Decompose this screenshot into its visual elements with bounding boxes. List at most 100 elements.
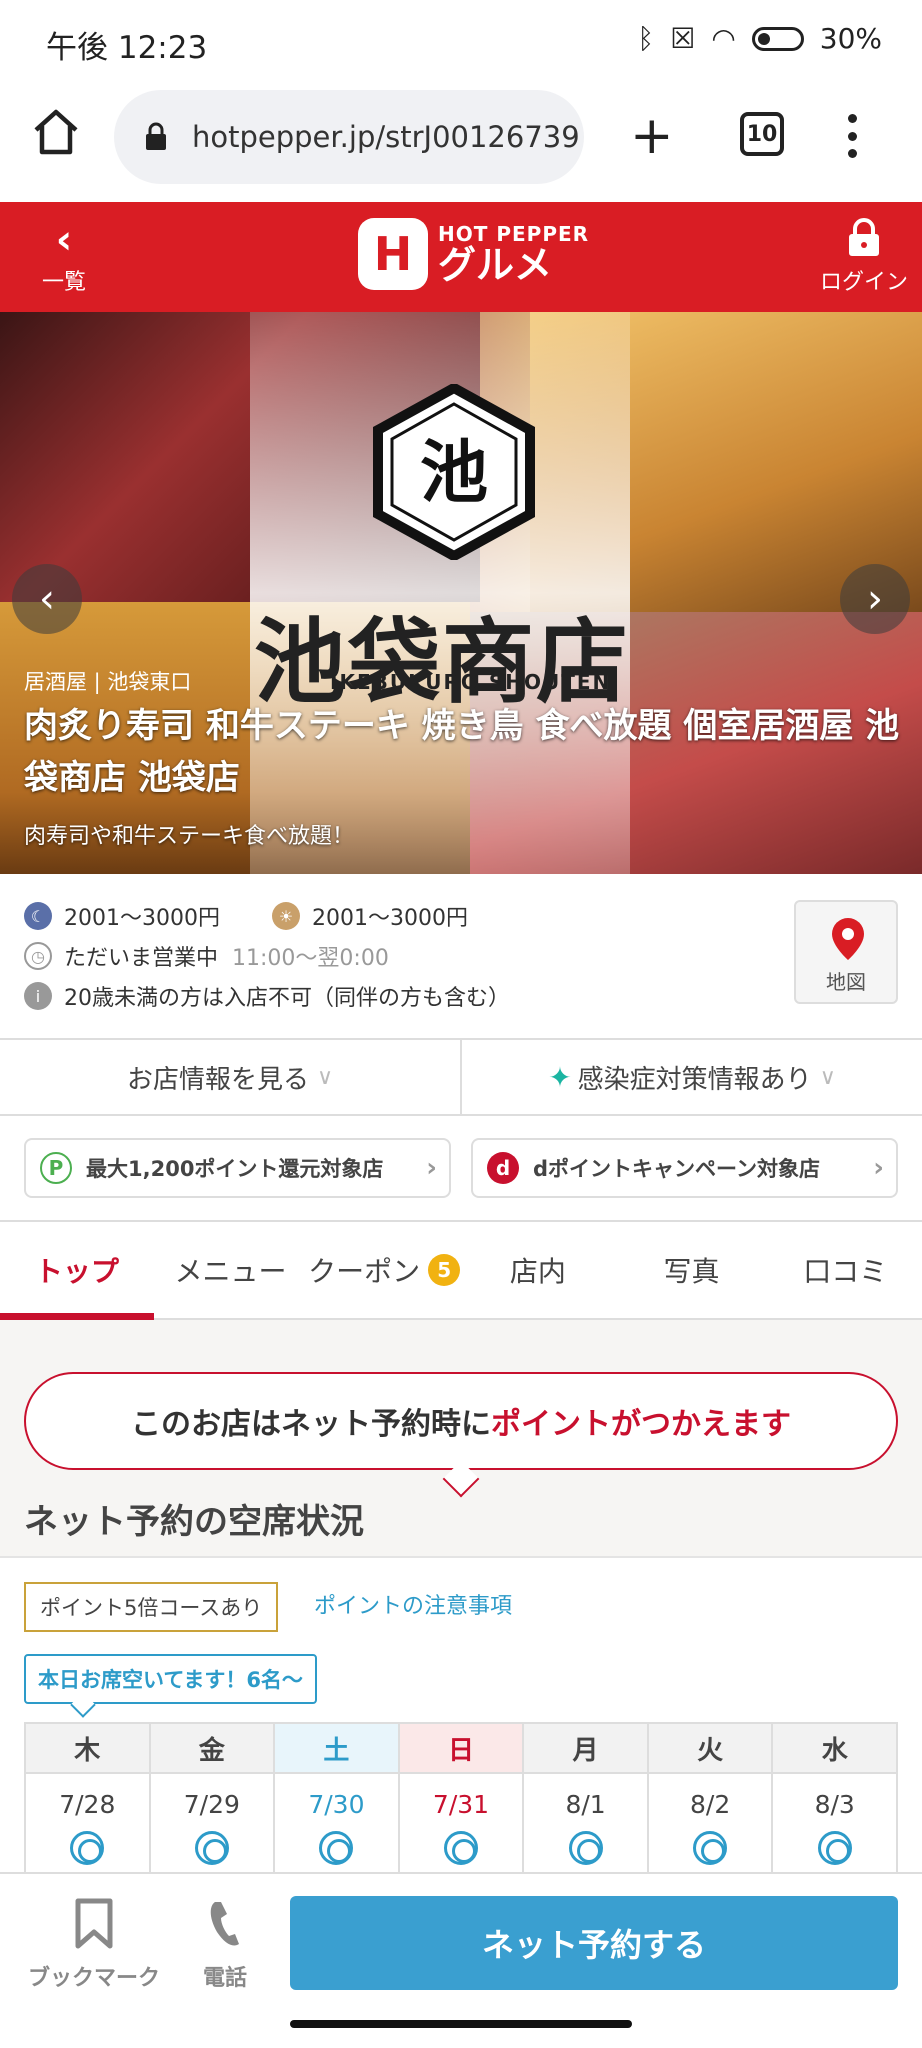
- calendar-day[interactable]: 7/31: [400, 1774, 525, 1878]
- lock-icon: [146, 122, 166, 150]
- hours-row: ◷ ただいま営業中 11:00～翌0:00: [24, 940, 389, 972]
- point-usable-banner: このお店はネット予約時に ポイントがつかえます: [24, 1372, 898, 1470]
- tab-switcher-button[interactable]: 10: [740, 112, 784, 156]
- tab-coupon[interactable]: クーポン 5: [307, 1222, 461, 1318]
- status-bar: 午後 12:23 ᛒ ☒ ◠ 30%: [0, 0, 922, 84]
- map-label: 地図: [826, 970, 866, 994]
- available-double-circle-icon: [443, 1831, 478, 1865]
- point-course-badge: ポイント5倍コースあり: [24, 1582, 279, 1632]
- info-icon: i: [24, 982, 52, 1010]
- dpoint-campaign-link[interactable]: d dポイントキャンペーン対象店 ›: [471, 1138, 898, 1198]
- sun-icon: ☀: [271, 902, 300, 930]
- weekday-header: 日: [399, 1724, 525, 1774]
- chevron-right-icon: ›: [426, 1153, 437, 1183]
- url-text: hotpepper.jp/strJ00126739: [192, 120, 580, 154]
- calendar-day[interactable]: 8/3: [773, 1774, 898, 1878]
- reserve-online-button[interactable]: ネット予約する: [290, 1896, 898, 1990]
- point-campaign-link[interactable]: P 最大1,200ポイント還元対象店 ›: [24, 1138, 451, 1198]
- shop-title: 肉炙り寿司 和牛ステーキ 焼き鳥 食べ放題 個室居酒屋 池袋商店 池袋店: [24, 706, 900, 798]
- dpoint-campaign-label: dポイントキャンペーン対象店: [533, 1157, 820, 1181]
- tab-label: メニュー: [174, 1255, 287, 1288]
- tab-interior[interactable]: 店内: [461, 1222, 615, 1318]
- weekday-header: 土: [275, 1724, 400, 1774]
- day-date: 7/31: [432, 1790, 490, 1819]
- chevron-left-icon: ‹: [55, 217, 73, 263]
- shop-catchphrase: 肉寿司や和牛ステーキ食べ放題！: [24, 824, 355, 849]
- back-label: 一覧: [41, 270, 86, 295]
- calendar-day[interactable]: 8/1: [524, 1774, 649, 1878]
- calendar-day[interactable]: 7/28: [26, 1774, 151, 1878]
- hotpepper-logo[interactable]: H HOT PEPPER グルメ: [358, 218, 589, 290]
- point-campaign-label: 最大1,200ポイント還元対象店: [86, 1157, 384, 1181]
- tab-top[interactable]: トップ: [0, 1222, 154, 1320]
- shop-summary: ☾ 2001～3000円 ☀ 2001～3000円 ◷ ただいま営業中 11:0…: [0, 874, 922, 1039]
- map-button[interactable]: 地図: [794, 900, 898, 1004]
- weekday-header: 水: [773, 1724, 898, 1774]
- status-icons: ᛒ ☒ ◠ 30%: [637, 22, 882, 55]
- new-tab-button[interactable]: +: [630, 110, 674, 162]
- day-date: 8/2: [690, 1790, 731, 1819]
- lunch-budget: 2001～3000円: [311, 906, 468, 931]
- open-status: ただいま営業中: [64, 946, 219, 971]
- carousel-prev-button[interactable]: ‹: [12, 564, 82, 634]
- vacancy-heading: ネット予約の空席状況: [24, 1502, 364, 1542]
- phone-icon: [210, 1902, 239, 1946]
- today-available-badge: 本日お席空いてます！6名～: [24, 1654, 317, 1704]
- weekday-header: 木: [26, 1724, 151, 1774]
- battery-icon: [751, 26, 804, 51]
- bluetooth-icon: ᛒ: [637, 22, 655, 55]
- tab-label: 口コミ: [803, 1255, 888, 1288]
- tab-photos[interactable]: 写真: [615, 1222, 769, 1318]
- tab-menu[interactable]: メニュー: [154, 1222, 308, 1318]
- calendar-day[interactable]: 7/29: [151, 1774, 276, 1878]
- shop-info-toggle[interactable]: お店情報を見る ∨: [0, 1040, 462, 1114]
- back-to-list-button[interactable]: ‹ 一覧: [38, 220, 90, 296]
- coupon-count-badge: 5: [428, 1254, 461, 1286]
- shop-logo-hexagon: 池: [373, 384, 535, 560]
- phone-button[interactable]: 電話: [190, 1898, 260, 1992]
- shop-tabs: トップ メニュー クーポン 5 店内 写真 口コミ: [0, 1222, 922, 1320]
- clock-icon: ◷: [24, 942, 52, 970]
- weekday-header: 金: [150, 1724, 276, 1774]
- point-banner-highlight: ポイントがつかえます: [491, 1407, 791, 1442]
- tab-label: 写真: [663, 1255, 720, 1288]
- sparkle-icon: ✦: [548, 1060, 572, 1094]
- carousel-next-button[interactable]: ›: [840, 564, 910, 634]
- wifi-icon: ◠: [711, 22, 736, 55]
- day-date: 7/30: [308, 1790, 365, 1819]
- bookmark-button[interactable]: ブックマーク: [24, 1898, 164, 1992]
- day-date: 7/29: [183, 1790, 240, 1819]
- day-date: 8/3: [814, 1790, 855, 1819]
- infection-info-toggle[interactable]: ✦ 感染症対策情報あり ∨: [462, 1040, 922, 1114]
- tab-label: 店内: [509, 1255, 566, 1288]
- shop-info-label: お店情報を見る: [126, 1064, 309, 1095]
- available-double-circle-icon: [194, 1831, 229, 1865]
- ponta-point-icon: P: [40, 1152, 72, 1184]
- point-notes-link[interactable]: ポイントの注意事項: [314, 1588, 512, 1620]
- site-header: ‹ 一覧 H HOT PEPPER グルメ ログイン: [0, 202, 922, 312]
- fork-logo-icon: H: [358, 218, 428, 290]
- available-double-circle-icon: [568, 1831, 603, 1865]
- lock-icon: [848, 218, 879, 256]
- shop-category: 居酒屋 | 池袋東口: [24, 670, 192, 694]
- battery-percent: 30%: [819, 22, 882, 55]
- weekday-header: 月: [524, 1724, 649, 1774]
- calendar-day[interactable]: 7/30: [275, 1774, 400, 1878]
- more-menu-icon[interactable]: [846, 114, 858, 158]
- dpoint-icon: d: [487, 1152, 519, 1184]
- hero-carousel[interactable]: 池 池袋商店 IKEBUKURO SHOUTEN ‹ › 居酒屋 | 池袋東口 …: [0, 312, 922, 874]
- tab-reviews[interactable]: 口コミ: [768, 1222, 922, 1318]
- budget-row: ☾ 2001～3000円 ☀ 2001～3000円: [24, 900, 468, 932]
- chevron-down-icon: ∨: [819, 1064, 836, 1090]
- login-button[interactable]: ログイン: [820, 218, 908, 296]
- tab-label: トップ: [34, 1255, 119, 1288]
- notice-row: i 20歳未満の方は入店不可（同伴の方も含む）: [24, 980, 510, 1012]
- home-icon[interactable]: [30, 106, 82, 158]
- bottom-action-bar: ブックマーク 電話 ネット予約する: [0, 1872, 922, 2014]
- logo-bottom-text: グルメ: [438, 243, 553, 287]
- address-bar[interactable]: hotpepper.jp/strJ00126739: [114, 90, 584, 184]
- day-date: 7/28: [59, 1790, 116, 1819]
- calendar-day[interactable]: 8/2: [649, 1774, 774, 1878]
- vacancy-calendar: 木 金 土 日 月 火 水 7/28 7/29 7/30 7/31 8/1 8/…: [24, 1722, 898, 1878]
- map-pin-icon: [832, 918, 864, 960]
